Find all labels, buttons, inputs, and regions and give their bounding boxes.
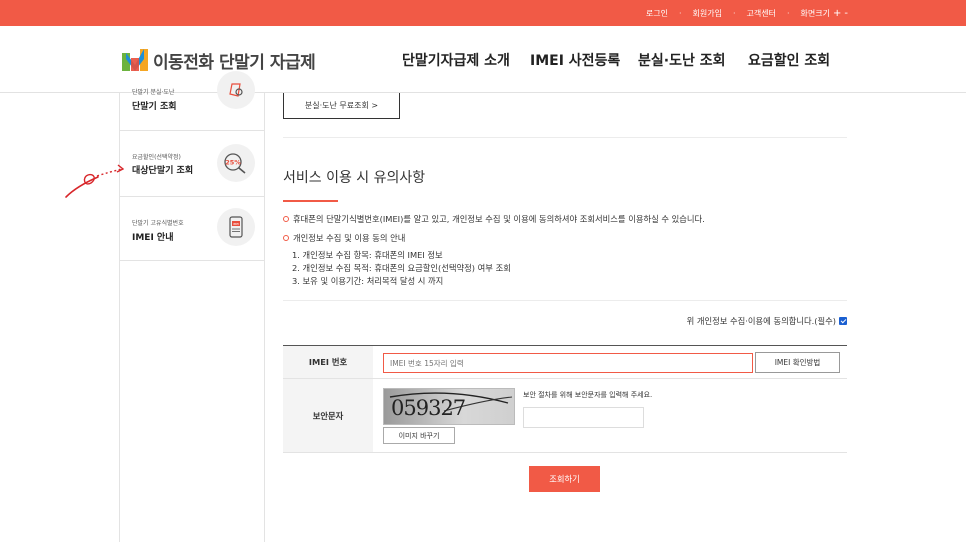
top-utility-bar: 로그인 · 회원가입 · 고객센터 · 화면크기 + - [0,0,966,26]
consent-details: 1. 개인정보 수집 항목: 휴대폰의 IMEI 정보 2. 개인정보 수집 목… [292,249,511,288]
free-lookup-button[interactable]: 분실·도난 무료조회 > [283,93,400,119]
nav-intro[interactable]: 단말기자급제 소개 [402,26,510,93]
login-link[interactable]: 로그인 [646,8,668,19]
utility-links: 로그인 · 회원가입 · 고객센터 · 화면크기 + - [646,0,848,26]
separator: · [679,8,682,18]
sidebar-item-label: IMEI 안내 [132,233,174,243]
nav-label: IMEI 사전등록 [530,52,621,69]
submit-button[interactable]: 조회하기 [529,466,600,492]
consent-agree[interactable]: 위 개인정보 수집·이용에 동의합니다.(필수) [687,315,847,327]
nav-lost-stolen[interactable]: 분실·도난 조회 [638,26,725,93]
sidebar-item-lost-phone[interactable]: 단말기 분실·도난 단말기 조회 [120,71,264,131]
logo-text: 이동전화 단말기 자급제 [153,53,316,73]
discount-badge: 25% [225,159,241,167]
separator: · [733,8,736,18]
captcha-label: 보안문자 [283,379,373,452]
phone-search-icon [217,71,255,109]
site-logo[interactable]: 이동전화 단말기 자급제 [122,48,316,73]
divider [283,300,847,301]
font-increase-button[interactable]: + [833,8,841,19]
imei-help-button[interactable]: IMEI 확인방법 [755,352,840,373]
font-size-control: 화면크기 + - [801,8,848,19]
scribble-arrow-icon [65,164,124,198]
font-size-label: 화면크기 [800,8,830,18]
bullet-icon [283,235,289,241]
imei-phone-icon: IMEI [217,208,255,246]
nav-imei-register[interactable]: IMEI 사전등록 [530,26,620,93]
consent-item: 2. 개인정보 수집 목적: 휴대폰의 요금할인(선택약정) 여부 조회 [292,263,511,273]
bullet-icon [283,216,289,222]
captcha-text: 059327 [391,396,466,420]
section-title: 서비스 이용 시 유의사항 [283,170,426,186]
section-title-underline [283,200,338,202]
separator: · [787,8,790,18]
imei-badge: IMEI [233,222,239,226]
nav-label: 분실·도난 조회 [638,52,726,69]
font-decrease-button[interactable]: - [844,8,848,19]
imei-row: IMEI 번호 IMEI 확인방법 [283,346,847,379]
captcha-image: 059327 [383,388,515,425]
consent-item: 3. 보유 및 이용기간: 처리목적 달성 시 까지 [292,276,444,286]
logo-icon [122,48,148,71]
sidebar-item-sub: 단말기 고유식별번호 [132,220,184,227]
nav-label: 요금할인 조회 [748,52,831,69]
sidebar-item-imei[interactable]: 단말기 고유식별번호 IMEI 안내 IMEI [120,197,264,261]
sidebar-item-sub: 단말기 분실·도난 [132,89,175,96]
change-image-button[interactable]: 이미지 바꾸기 [383,427,455,444]
sidebar: 단말기 분실·도난 단말기 조회 요금할인(선택약정) 대상단말기 조회 25%… [119,71,265,542]
signup-link[interactable]: 회원가입 [693,8,722,19]
captcha-hint: 보안 절차를 위해 보안문자를 입력해 주세요. [523,391,653,399]
captcha-row: 보안문자 059327 보안 절차를 위해 보안문자를 입력해 주세요. 이미지… [283,379,847,453]
nav-discount[interactable]: 요금할인 조회 [748,26,830,93]
sidebar-item-discount[interactable]: 요금할인(선택약정) 대상단말기 조회 25% [120,131,264,197]
notice-bullet: 개인정보 수집 및 이용 동의 안내 [283,232,405,244]
sidebar-item-label: 단말기 조회 [132,102,177,112]
notice-text: 휴대폰의 단말기식별번호(IMEI)를 알고 있고, 개인정보 수집 및 이용에… [293,214,705,224]
nav-label: 단말기자급제 소개 [402,52,510,69]
imei-input[interactable] [383,353,753,373]
consent-checkbox[interactable] [839,317,847,325]
consent-agree-label: 위 개인정보 수집·이용에 동의합니다.(필수) [686,316,836,326]
captcha-input[interactable] [523,407,644,428]
imei-label: IMEI 번호 [283,346,373,378]
notice-text: 개인정보 수집 및 이용 동의 안내 [293,233,406,243]
divider [283,137,847,138]
lookup-form: IMEI 번호 IMEI 확인방법 보안문자 059327 [283,345,847,453]
sidebar-item-label: 대상단말기 조회 [132,166,194,176]
consent-item: 1. 개인정보 수집 항목: 휴대폰의 IMEI 정보 [292,250,443,260]
discount-search-icon: 25% [217,144,255,182]
notice-bullet: 휴대폰의 단말기식별번호(IMEI)를 알고 있고, 개인정보 수집 및 이용에… [283,213,705,225]
sidebar-item-sub: 요금할인(선택약정) [132,154,181,161]
customer-center-link[interactable]: 고객센터 [747,8,776,19]
